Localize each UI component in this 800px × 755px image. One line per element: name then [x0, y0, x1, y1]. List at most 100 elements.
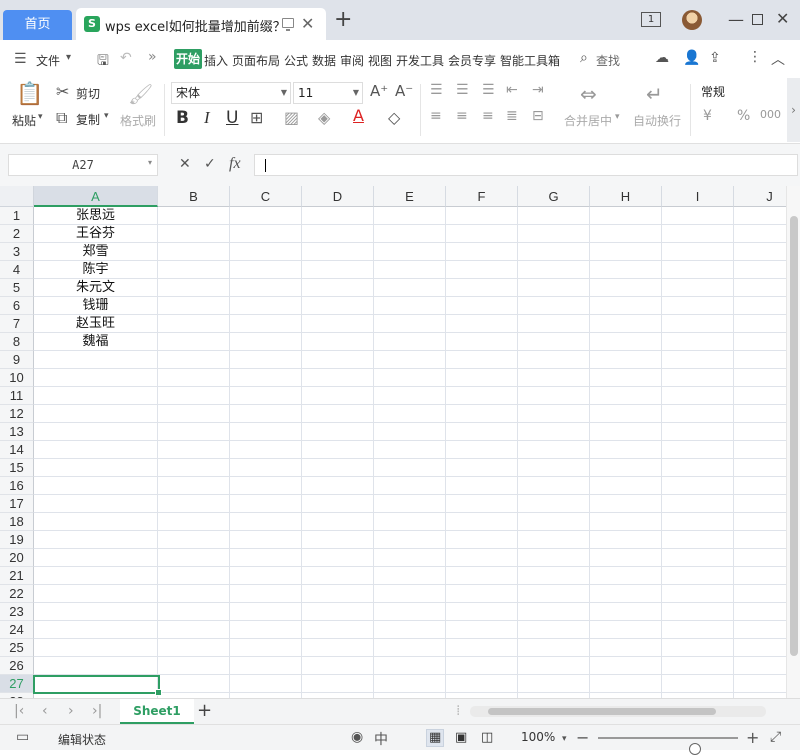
menu-insert[interactable]: 插入: [204, 52, 228, 69]
zoom-level[interactable]: 100%: [521, 730, 555, 744]
cell-a15[interactable]: [34, 459, 158, 477]
last-sheet-icon[interactable]: ›|: [92, 703, 102, 719]
cell-d19[interactable]: [302, 531, 374, 549]
cell-a22[interactable]: [34, 585, 158, 603]
cell-g4[interactable]: [518, 261, 590, 279]
row-header-19[interactable]: 19: [0, 531, 34, 549]
cut-label[interactable]: 剪切: [76, 85, 100, 102]
increase-font-icon[interactable]: A⁺: [370, 82, 388, 100]
decrease-font-icon[interactable]: A⁻: [395, 82, 413, 100]
zoom-in-icon[interactable]: +: [746, 728, 759, 747]
cell-h12[interactable]: [590, 405, 662, 423]
cell-g14[interactable]: [518, 441, 590, 459]
menu-view[interactable]: 视图: [368, 52, 392, 69]
paste-label[interactable]: 粘贴: [12, 112, 36, 129]
row-header-15[interactable]: 15: [0, 459, 34, 477]
cell-b11[interactable]: [158, 387, 230, 405]
row-header-12[interactable]: 12: [0, 405, 34, 423]
column-header-j[interactable]: J: [734, 186, 786, 207]
zoom-out-icon[interactable]: −: [576, 728, 589, 747]
row-header-27[interactable]: 27: [0, 675, 34, 693]
cell-g13[interactable]: [518, 423, 590, 441]
cell-d3[interactable]: [302, 243, 374, 261]
cell-g7[interactable]: [518, 315, 590, 333]
cell-g8[interactable]: [518, 333, 590, 351]
underline-button[interactable]: U: [226, 108, 238, 128]
cell-c7[interactable]: [230, 315, 302, 333]
cell-j21[interactable]: [734, 567, 786, 585]
name-box[interactable]: A27: [8, 154, 158, 176]
cell-e20[interactable]: [374, 549, 446, 567]
cell-b8[interactable]: [158, 333, 230, 351]
cell-f9[interactable]: [446, 351, 518, 369]
cell-a5[interactable]: 朱元文: [34, 279, 158, 297]
row-header-18[interactable]: 18: [0, 513, 34, 531]
cell-d21[interactable]: [302, 567, 374, 585]
cell-c14[interactable]: [230, 441, 302, 459]
cell-h13[interactable]: [590, 423, 662, 441]
cell-e5[interactable]: [374, 279, 446, 297]
cell-e25[interactable]: [374, 639, 446, 657]
cell-d13[interactable]: [302, 423, 374, 441]
cell-i16[interactable]: [662, 477, 734, 495]
cell-c21[interactable]: [230, 567, 302, 585]
align-center-icon[interactable]: ≡: [456, 108, 468, 124]
merge-dropdown-icon[interactable]: ▾: [615, 112, 620, 122]
cell-h6[interactable]: [590, 297, 662, 315]
column-header-b[interactable]: B: [158, 186, 230, 207]
row-header-26[interactable]: 26: [0, 657, 34, 675]
cell-a13[interactable]: [34, 423, 158, 441]
cell-a12[interactable]: [34, 405, 158, 423]
cell-d22[interactable]: [302, 585, 374, 603]
first-sheet-icon[interactable]: |‹: [14, 703, 24, 719]
cell-h9[interactable]: [590, 351, 662, 369]
menu-home-active[interactable]: 开始: [174, 49, 202, 69]
cell-a21[interactable]: [34, 567, 158, 585]
cell-j7[interactable]: [734, 315, 786, 333]
cell-f14[interactable]: [446, 441, 518, 459]
cell-i3[interactable]: [662, 243, 734, 261]
cell-a17[interactable]: [34, 495, 158, 513]
merge-center-icon[interactable]: ⇔: [580, 82, 597, 106]
paste-dropdown-icon[interactable]: ▾: [38, 112, 43, 122]
cell-b19[interactable]: [158, 531, 230, 549]
cell-i20[interactable]: [662, 549, 734, 567]
menu-review[interactable]: 审阅: [340, 52, 364, 69]
cell-j5[interactable]: [734, 279, 786, 297]
cell-a9[interactable]: [34, 351, 158, 369]
cell-i6[interactable]: [662, 297, 734, 315]
row-header-11[interactable]: 11: [0, 387, 34, 405]
cell-a7[interactable]: 赵玉旺: [34, 315, 158, 333]
cell-d20[interactable]: [302, 549, 374, 567]
cell-c23[interactable]: [230, 603, 302, 621]
cell-f12[interactable]: [446, 405, 518, 423]
column-header-e[interactable]: E: [374, 186, 446, 207]
cell-j13[interactable]: [734, 423, 786, 441]
cell-g22[interactable]: [518, 585, 590, 603]
vertical-scroll-thumb[interactable]: [790, 216, 798, 656]
cell-f24[interactable]: [446, 621, 518, 639]
cell-a26[interactable]: [34, 657, 158, 675]
cell-c1[interactable]: [230, 207, 302, 225]
cell-a10[interactable]: [34, 369, 158, 387]
collapse-ribbon-icon[interactable]: ︿: [771, 49, 785, 69]
eye-protection-icon[interactable]: ◉: [351, 729, 363, 745]
undo-icon[interactable]: ↶: [120, 50, 132, 66]
column-header-h[interactable]: H: [590, 186, 662, 207]
home-tab[interactable]: 首页: [3, 10, 72, 40]
cell-f13[interactable]: [446, 423, 518, 441]
cell-h4[interactable]: [590, 261, 662, 279]
cell-c25[interactable]: [230, 639, 302, 657]
cell-c12[interactable]: [230, 405, 302, 423]
normal-view-button[interactable]: ▦: [426, 729, 444, 747]
cell-b22[interactable]: [158, 585, 230, 603]
close-window-button[interactable]: ✕: [776, 9, 789, 28]
row-header-17[interactable]: 17: [0, 495, 34, 513]
window-count-icon[interactable]: 1: [641, 12, 661, 27]
cell-j1[interactable]: [734, 207, 786, 225]
vertical-scrollbar[interactable]: [786, 186, 800, 698]
cell-b17[interactable]: [158, 495, 230, 513]
cell-h11[interactable]: [590, 387, 662, 405]
cell-style-icon[interactable]: ▨: [284, 108, 299, 127]
ribbon-scroll-right-icon[interactable]: ›: [787, 78, 800, 142]
